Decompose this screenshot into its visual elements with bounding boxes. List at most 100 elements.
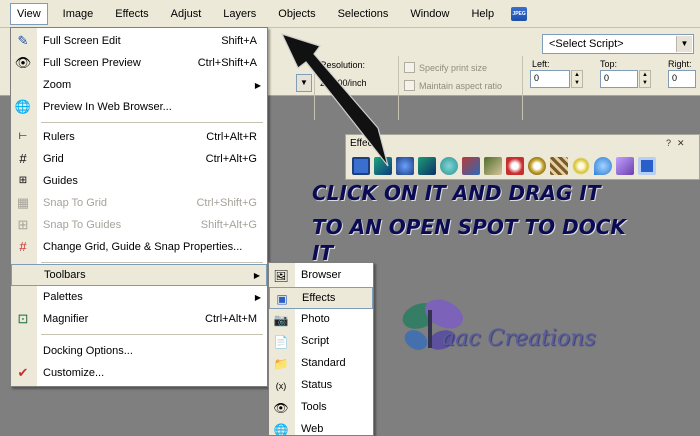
submenu-item-label: Script (301, 335, 330, 347)
submenu-item-standard[interactable]: 📁 Standard (269, 353, 373, 375)
menu-effects[interactable]: Effects (108, 3, 155, 25)
menu-item-snap-grid[interactable]: ▦ Snap To Grid Ctrl+Shift+G (11, 192, 267, 214)
submenu-item-status[interactable]: (x) Status (269, 375, 373, 397)
menu-objects[interactable]: Objects (271, 3, 322, 25)
menu-item-shortcut: Shift+Alt+G (200, 219, 257, 231)
menu-window[interactable]: Window (403, 3, 456, 25)
left-input[interactable]: 0 (530, 70, 570, 88)
effect-drop-icon[interactable] (594, 157, 612, 175)
web-icon: 🌐 (273, 423, 289, 436)
submenu-item-label: Tools (301, 401, 327, 413)
top-spinner[interactable]: ▲ ▼ (639, 70, 651, 88)
jpeg-icon[interactable]: JPEG (511, 6, 528, 21)
menu-item-guides[interactable]: ⊞ Guides (11, 170, 267, 192)
close-icon[interactable]: ✕ (677, 138, 685, 152)
arrow-annotation-icon (280, 33, 389, 167)
view-menu-dropdown: ✎ Full Screen Edit Shift+A 👁 Full Screen… (10, 27, 268, 387)
menu-item-label: Zoom (43, 79, 72, 91)
effect-frame-icon[interactable] (638, 157, 656, 175)
submenu-item-label: Photo (301, 313, 330, 325)
top-label: Top: (600, 59, 618, 69)
menu-item-label: Snap To Grid (43, 197, 108, 209)
submenu-item-photo[interactable]: 📷 Photo (269, 309, 373, 331)
menu-item-shortcut: Ctrl+Shift+G (196, 197, 257, 209)
effect-cutout-icon[interactable] (418, 157, 436, 175)
menu-separator (41, 262, 263, 263)
menu-item-shortcut: Shift+A (221, 35, 257, 47)
menu-image[interactable]: Image (56, 3, 101, 25)
submenu-item-script[interactable]: 📄 Script (269, 331, 373, 353)
effects-icon: ▣ (276, 292, 288, 306)
menu-separator (41, 334, 263, 335)
script-select[interactable]: <Select Script> ▼ (542, 34, 694, 54)
menu-item-customize[interactable]: ✔ Customize... (11, 362, 267, 384)
top-input[interactable]: 0 (600, 70, 638, 88)
effects-toolbar-controls: ? ✕ (666, 138, 696, 152)
browser-icon: 🖼 (273, 269, 289, 283)
menu-layers[interactable]: Layers (216, 3, 263, 25)
effect-burst-icon[interactable] (572, 157, 590, 175)
pencil-icon: ✎ (17, 33, 29, 48)
effect-gradient-icon[interactable] (462, 157, 480, 175)
menu-item-full-screen-preview[interactable]: 👁 Full Screen Preview Ctrl+Shift+A (11, 52, 267, 74)
menu-item-change-grid[interactable]: # Change Grid, Guide & Snap Properties..… (11, 236, 267, 258)
menu-view[interactable]: View (10, 2, 48, 25)
menu-item-palettes[interactable]: Palettes ▶ (11, 286, 267, 308)
effect-swirl-icon[interactable] (506, 157, 524, 175)
left-spinner[interactable]: ▲ ▼ (571, 70, 583, 88)
menu-item-shortcut: Ctrl+Alt+G (205, 153, 257, 165)
status-icon: (x) (275, 381, 287, 391)
chevron-down-icon[interactable]: ▼ (676, 36, 692, 52)
submenu-item-web[interactable]: 🌐 Web (269, 419, 373, 436)
submenu-item-browser[interactable]: 🖼 Browser (269, 265, 373, 287)
menu-item-snap-guides[interactable]: ⊞ Snap To Guides Shift+Alt+G (11, 214, 267, 236)
guides-icon: ⊞ (18, 175, 28, 186)
menu-selections[interactable]: Selections (331, 3, 396, 25)
menu-item-rulers[interactable]: ⊢ Rulers Ctrl+Alt+R (11, 126, 267, 148)
submenu-item-tools[interactable]: 👁 Tools (269, 397, 373, 419)
effect-weave-icon[interactable] (550, 157, 568, 175)
watermark-text: aac Creations (442, 326, 596, 351)
menu-item-label: Change Grid, Guide & Snap Properties... (43, 241, 243, 253)
submenu-arrow-icon: ▶ (254, 80, 261, 90)
menu-help[interactable]: Help (464, 3, 501, 25)
submenu-item-effects[interactable]: ▣ Effects (269, 287, 373, 309)
menu-item-label: Grid (43, 153, 64, 165)
aspect-ratio-checkbox[interactable]: Maintain aspect ratio (404, 80, 502, 91)
print-size-checkbox[interactable]: Specify print size (404, 62, 487, 73)
snap-guides-icon: ⊞ (17, 217, 29, 232)
menu-item-label: Magnifier (43, 313, 89, 325)
annotation-line: CLICK ON IT AND DRAG IT (312, 181, 601, 205)
menu-item-preview-web[interactable]: 🌐 Preview In Web Browser... (11, 96, 267, 118)
menu-bar: View Image Effects Adjust Layers Objects… (0, 0, 700, 28)
snap-grid-icon: ▦ (16, 195, 30, 210)
annotation-line: TO AN OPEN SPOT TO DOCK (312, 215, 626, 239)
help-icon[interactable]: ? (666, 138, 671, 152)
tools-icon: 👁 (273, 401, 289, 415)
menu-item-grid[interactable]: # Grid Ctrl+Alt+G (11, 148, 267, 170)
menu-adjust[interactable]: Adjust (164, 3, 209, 25)
effect-texture-icon[interactable] (484, 157, 502, 175)
submenu-item-label: Browser (301, 269, 342, 281)
right-input[interactable]: 0 (668, 70, 696, 88)
menu-item-toolbars[interactable]: Toolbars ▶ (11, 264, 267, 286)
effect-ring-icon[interactable] (528, 157, 546, 175)
menu-item-magnifier[interactable]: ⊡ Magnifier Ctrl+Alt+M (11, 308, 267, 330)
menu-item-label: Full Screen Preview (43, 57, 141, 69)
menu-item-shortcut: Ctrl+Shift+A (197, 57, 257, 69)
left-label: Left: (532, 59, 550, 69)
menu-item-shortcut: Ctrl+Alt+R (206, 131, 257, 143)
magnifier-icon: ⊡ (17, 311, 29, 326)
menu-item-docking[interactable]: Docking Options... (11, 340, 267, 362)
menu-separator (41, 122, 263, 123)
effect-gem-icon[interactable] (616, 157, 634, 175)
standard-icon: 📁 (273, 357, 289, 371)
menu-item-full-screen-edit[interactable]: ✎ Full Screen Edit Shift+A (11, 30, 267, 52)
script-icon: 📄 (273, 335, 289, 349)
menu-item-zoom[interactable]: Zoom ▶ (11, 74, 267, 96)
effect-ball-icon[interactable] (440, 157, 458, 175)
toolbar-divider (522, 56, 523, 120)
annotation-text: CLICK ON IT AND DRAG IT TO AN OPEN SPOT … (312, 176, 642, 270)
menu-item-label: Guides (43, 175, 78, 187)
menu-item-shortcut: Ctrl+Alt+M (205, 313, 257, 325)
